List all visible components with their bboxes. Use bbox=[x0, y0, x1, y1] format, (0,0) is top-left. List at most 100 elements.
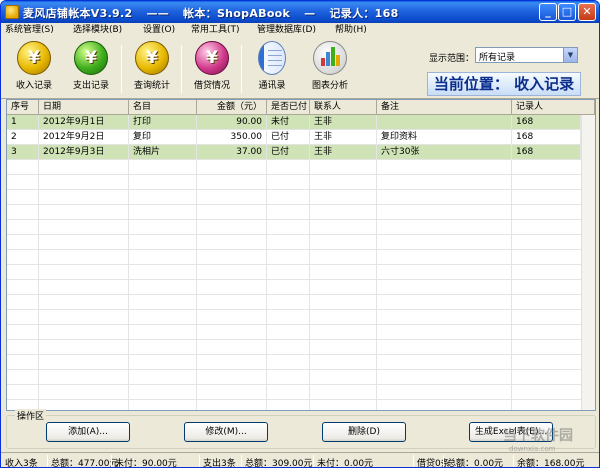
chevron-down-icon[interactable]: ▼ bbox=[563, 48, 577, 62]
status-expense-count: 支出3条 bbox=[203, 459, 236, 468]
yen-glyph: ¥ bbox=[206, 48, 218, 68]
add-button[interactable]: 添加(A)... bbox=[46, 422, 130, 442]
grid-line bbox=[309, 175, 310, 189]
column-header[interactable]: 序号 bbox=[7, 100, 39, 115]
grid-line bbox=[128, 265, 129, 279]
grid-line bbox=[376, 190, 377, 204]
status-balance: 余额：168.00元 bbox=[517, 459, 585, 468]
menu-system[interactable]: 系统管理(S) bbox=[5, 23, 54, 37]
table-row[interactable]: 2 2012年9月2日 复印 350.00 已付 王非 复印资料 168 bbox=[7, 130, 581, 145]
close-button[interactable]: ✕ bbox=[578, 3, 596, 21]
delete-button[interactable]: 删除(D) bbox=[322, 422, 406, 442]
expense-record-label: 支出记录 bbox=[72, 81, 109, 91]
grid-line bbox=[38, 190, 39, 204]
column-header[interactable]: 名目 bbox=[129, 100, 197, 115]
grid-line bbox=[511, 400, 512, 410]
grid-line bbox=[196, 310, 197, 324]
menu-database[interactable]: 管理数据库(D) bbox=[257, 23, 316, 37]
grid-line bbox=[196, 235, 197, 249]
contacts-button[interactable]: 通讯录 bbox=[245, 41, 299, 97]
cell-paid: 已付 bbox=[267, 145, 310, 159]
status-divider bbox=[241, 455, 242, 467]
grid-line bbox=[196, 355, 197, 369]
grid-line bbox=[511, 370, 512, 384]
grid-line bbox=[309, 235, 310, 249]
grid-line bbox=[266, 340, 267, 354]
menu-module[interactable]: 选择模块(B) bbox=[73, 23, 122, 37]
magnifier-yen-icon: ¥ bbox=[135, 41, 169, 75]
column-header[interactable]: 备注 bbox=[377, 100, 512, 115]
status-divider bbox=[443, 455, 444, 467]
grid-line bbox=[266, 325, 267, 339]
cell-index: 3 bbox=[7, 145, 39, 159]
column-header[interactable]: 金额（元） bbox=[197, 100, 267, 115]
status-income-unpaid: 未付：90.00元 bbox=[115, 459, 177, 468]
grid-line bbox=[38, 370, 39, 384]
grid-line bbox=[309, 160, 310, 174]
empty-table-row bbox=[7, 340, 581, 355]
cell-paid: 未付 bbox=[267, 115, 310, 129]
grid-line bbox=[309, 355, 310, 369]
grid-line bbox=[38, 355, 39, 369]
status-divider bbox=[313, 455, 314, 467]
edit-button[interactable]: 修改(M)... bbox=[184, 422, 268, 442]
loans-button[interactable]: ¥ 借贷情况 bbox=[185, 41, 239, 97]
grid-line bbox=[511, 325, 512, 339]
toolbar: ¥ 收入记录 ¥ 支出记录 ¥ 查询统计 ¥ 借贷情况 通讯录 图表分析 显示范… bbox=[1, 37, 599, 99]
table-row[interactable]: 3 2012年9月3日 洗相片 37.00 已付 王非 六寸30张 168 bbox=[7, 145, 581, 160]
status-divider bbox=[413, 455, 414, 467]
cell-recorder: 168 bbox=[512, 130, 581, 144]
column-header[interactable]: 是否已付 bbox=[267, 100, 310, 115]
maximize-button[interactable]: □ bbox=[558, 3, 576, 21]
minimize-button[interactable]: _ bbox=[539, 3, 557, 21]
grid-line bbox=[38, 265, 39, 279]
yen-glyph: ¥ bbox=[85, 48, 97, 68]
income-record-button[interactable]: ¥ 收入记录 bbox=[7, 41, 61, 97]
cell-contact: 王非 bbox=[310, 145, 377, 159]
grid-line bbox=[309, 205, 310, 219]
menu-help[interactable]: 帮助(H) bbox=[335, 23, 367, 37]
grid-line bbox=[309, 265, 310, 279]
grid-line bbox=[128, 190, 129, 204]
menu-settings[interactable]: 设置(O) bbox=[143, 23, 175, 37]
cell-index: 1 bbox=[7, 115, 39, 129]
grid-line bbox=[128, 295, 129, 309]
grid-line bbox=[196, 340, 197, 354]
title-bar[interactable]: 麦风店铺帐本V3.9.2 —— 帐本：ShopABook — 记录人：168 _ □ ✕ bbox=[1, 1, 599, 23]
column-header[interactable]: 记录人 bbox=[512, 100, 595, 115]
empty-table-row bbox=[7, 310, 581, 325]
empty-table-row bbox=[7, 190, 581, 205]
title-recorder: 记录人：168 bbox=[329, 7, 399, 20]
status-expense-unpaid: 未付：0.00元 bbox=[317, 459, 374, 468]
grid-line bbox=[376, 340, 377, 354]
cell-item: 打印 bbox=[129, 115, 197, 129]
grid-line bbox=[376, 250, 377, 264]
grid-line bbox=[376, 310, 377, 324]
menu-tools[interactable]: 常用工具(T) bbox=[191, 23, 240, 37]
menu-bar: 系统管理(S) 选择模块(B) 设置(O) 常用工具(T) 管理数据库(D) 帮… bbox=[1, 23, 599, 37]
empty-table-row bbox=[7, 175, 581, 190]
cell-contact: 王非 bbox=[310, 130, 377, 144]
grid-line bbox=[196, 265, 197, 279]
column-header[interactable]: 日期 bbox=[39, 100, 129, 115]
chart-analysis-button[interactable]: 图表分析 bbox=[303, 41, 357, 97]
yen-coin-arrow-out-icon: ¥ bbox=[74, 41, 108, 75]
scope-select[interactable]: 所有记录 ▼ bbox=[475, 47, 578, 63]
table-row[interactable]: 1 2012年9月1日 打印 90.00 未付 王非 168 bbox=[7, 115, 581, 130]
cell-contact: 王非 bbox=[310, 115, 377, 129]
empty-table-row bbox=[7, 235, 581, 250]
window-title: 麦风店铺帐本V3.9.2 —— 帐本：ShopABook — 记录人：168 bbox=[23, 5, 399, 21]
grid-line bbox=[511, 310, 512, 324]
grid-line bbox=[511, 160, 512, 174]
vertical-scrollbar[interactable] bbox=[581, 115, 595, 410]
expense-record-button[interactable]: ¥ 支出记录 bbox=[64, 41, 118, 97]
empty-table-row bbox=[7, 250, 581, 265]
grid-line bbox=[196, 400, 197, 410]
cell-note: 复印资料 bbox=[377, 130, 512, 144]
grid-line bbox=[511, 250, 512, 264]
status-expense-total: 总额：309.00元 bbox=[245, 459, 313, 468]
query-stats-button[interactable]: ¥ 查询统计 bbox=[125, 41, 179, 97]
toolbar-divider bbox=[121, 45, 122, 93]
grid-line bbox=[266, 370, 267, 384]
column-header[interactable]: 联系人 bbox=[310, 100, 377, 115]
